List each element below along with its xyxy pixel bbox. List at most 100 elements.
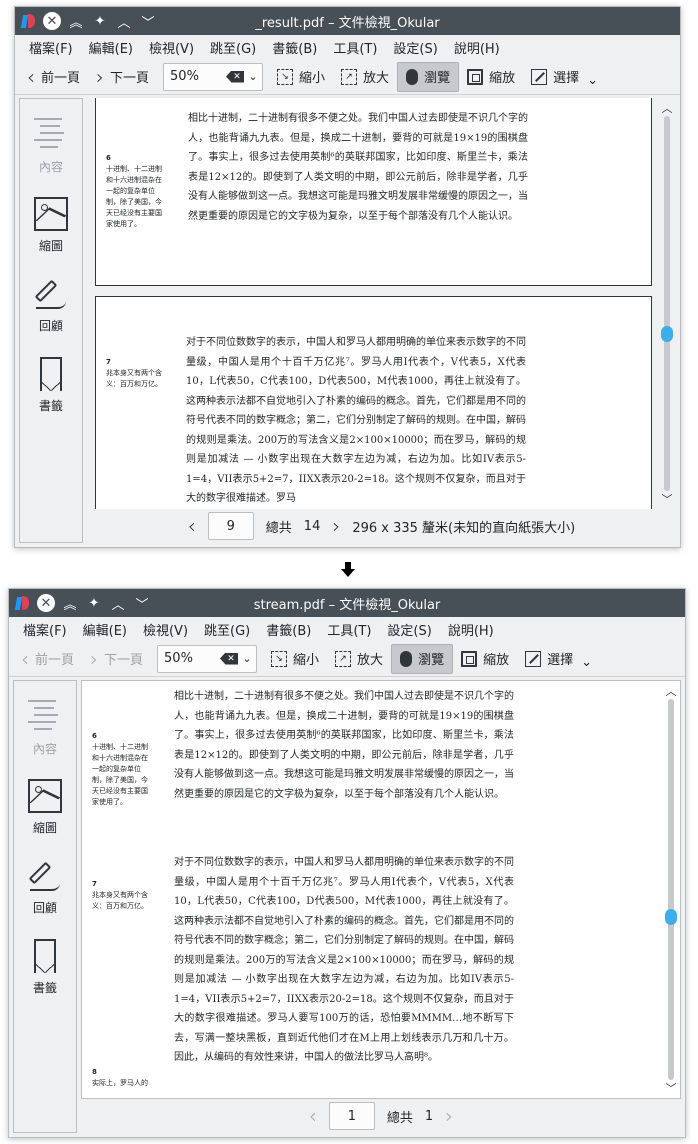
zoom-combobox[interactable]: 50% ✕ ⌄ [157, 644, 258, 673]
menu-tools[interactable]: 工具(T) [325, 38, 385, 57]
page-navigation-bar: ‹ 9 總共 14 › 296 x 335 釐米(未知的直向紙張大小) [87, 509, 676, 543]
okular-app-icon[interactable] [14, 595, 31, 611]
maximize-icon[interactable]: ︿ [109, 594, 127, 613]
footnote-number: 6 [106, 154, 111, 162]
next-page-button[interactable]: › 下一頁 [88, 62, 157, 92]
previous-page-button[interactable]: ‹ 前一頁 [13, 644, 82, 674]
title-bar[interactable]: ✕ ︽ ✦ ︿ ﹀ _result.pdf – 文件檢視_Okular [15, 7, 680, 35]
sidebar-item-label: 縮圖 [38, 238, 63, 253]
scroll-down-icon[interactable]: ﹀ [660, 491, 674, 507]
close-icon[interactable]: ✕ [37, 594, 55, 612]
page-view[interactable]: 6 十进制、十二进制和十六进制混杂在一起的复杂单位制，除了美国，今天已经没有主要… [87, 98, 676, 509]
paragraph-1: 相比十进制，二十进制有很多不便之处。我们中国人过去即使是不识几个字的人，也能背诵… [174, 691, 514, 800]
menu-bar: 檔案(F) 編輯(E) 檢視(V) 跳至(G) 書籤(B) 工具(T) 設定(S… [15, 35, 680, 59]
menu-settings[interactable]: 設定(S) [379, 620, 439, 639]
chevron-left-icon: ‹ [21, 646, 29, 671]
image-icon [34, 196, 68, 231]
sidebar-item-bookmarks[interactable]: 書籤 [39, 345, 63, 425]
next-page-label: 下一頁 [110, 71, 150, 86]
scroll-up-icon[interactable]: ︿ [660, 100, 674, 116]
zoom-value[interactable]: 50% [170, 69, 226, 84]
footnote-7: 7 兆本身又有两个含义：百万和万亿。 [106, 357, 168, 390]
zoom-tool-button[interactable]: 縮放 [459, 62, 523, 92]
page-number-input[interactable]: 1 [328, 1102, 375, 1130]
maximize-icon[interactable]: ︿ [115, 12, 133, 31]
next-page-icon[interactable]: › [332, 516, 340, 536]
okular-app-icon[interactable] [20, 13, 37, 29]
minimize-icon[interactable]: ﹀ [139, 12, 157, 31]
menu-help[interactable]: 說明(H) [446, 38, 508, 57]
menu-file[interactable]: 檔案(F) [21, 38, 81, 57]
browse-tool-button[interactable]: 瀏覽 [391, 643, 454, 674]
menu-edit[interactable]: 編輯(E) [75, 620, 135, 639]
menu-bookmarks[interactable]: 書籤(B) [264, 38, 325, 57]
mouse-icon [406, 68, 419, 85]
zoom-value[interactable]: 50% [164, 651, 220, 666]
select-icon [531, 68, 548, 85]
zoom-out-button[interactable]: ↘ 縮小 [263, 644, 327, 674]
chevron-down-icon[interactable]: ⌄ [238, 652, 256, 665]
next-page-icon[interactable]: › [445, 1106, 453, 1126]
menu-file[interactable]: 檔案(F) [15, 620, 75, 639]
pin-icon[interactable]: ✦ [85, 596, 103, 611]
zoom-in-label: 放大 [363, 71, 390, 86]
sidebar-item-bookmarks[interactable]: 書籤 [33, 927, 57, 1007]
pen-icon [34, 277, 68, 311]
browse-tool-button[interactable]: 瀏覽 [397, 61, 460, 92]
keep-above-icon[interactable]: ︽ [61, 594, 79, 613]
paragraph-1: 相比十进制，二十进制有很多不便之处。我们中国人过去即使是不识几个字的人，也能背诵… [188, 113, 528, 222]
clear-icon[interactable]: ✕ [226, 70, 245, 83]
scroll-down-icon[interactable]: ﹀ [664, 1080, 678, 1096]
sidebar-item-label: 縮圖 [32, 820, 57, 835]
close-icon[interactable]: ✕ [43, 12, 61, 30]
zoom-combobox[interactable]: 50% ✕ ⌄ [163, 62, 264, 91]
previous-page-icon[interactable]: ‹ [309, 1106, 317, 1126]
menu-go[interactable]: 跳至(G) [196, 620, 258, 639]
menu-settings[interactable]: 設定(S) [385, 38, 445, 57]
scroll-track[interactable] [664, 116, 670, 491]
scroll-thumb[interactable] [665, 909, 677, 925]
footnote-8: 8 实际上，罗马人的 [92, 1067, 154, 1089]
clear-icon[interactable]: ✕ [220, 652, 239, 665]
select-tool-button[interactable]: 選擇 ⌄ [517, 644, 600, 674]
pdf-page: 7 兆本身又有两个含义：百万和万亿。 对于不同位数数字的表示，中国人和罗马人都用… [95, 296, 652, 509]
title-bar[interactable]: ✕ ︽ ✦ ︿ ﹀ stream.pdf – 文件檢視_Okular [9, 589, 685, 617]
menu-help[interactable]: 說明(H) [440, 620, 502, 639]
sidebar-item-thumbnails[interactable]: 縮圖 [34, 185, 68, 265]
scroll-track[interactable] [668, 699, 674, 1080]
previous-page-button[interactable]: ‹ 前一頁 [19, 62, 88, 92]
sidebar-item-review[interactable]: 回顧 [28, 847, 62, 927]
scroll-up-icon[interactable]: ︿ [664, 683, 678, 699]
page-number-input[interactable]: 9 [207, 512, 254, 540]
vertical-scrollbar[interactable]: ︿ ﹀ [664, 683, 678, 1096]
sidebar-item-contents[interactable]: 內容 [28, 687, 62, 767]
zoom-out-label: 縮小 [293, 653, 320, 668]
zoom-in-button[interactable]: ↗ 放大 [327, 644, 391, 674]
pin-icon[interactable]: ✦ [91, 14, 109, 29]
chevron-down-icon[interactable]: ⌄ [581, 655, 592, 670]
sidebar-item-thumbnails[interactable]: 縮圖 [28, 767, 62, 847]
chevron-down-icon[interactable]: ⌄ [587, 73, 598, 88]
previous-page-icon[interactable]: ‹ [188, 516, 196, 536]
footnote-number: 8 [92, 1068, 97, 1076]
zoom-tool-button[interactable]: 縮放 [453, 644, 517, 674]
select-tool-button[interactable]: 選擇 ⌄ [523, 62, 606, 92]
menu-view[interactable]: 檢視(V) [141, 38, 202, 57]
menu-bookmarks[interactable]: 書籤(B) [258, 620, 319, 639]
zoom-in-button[interactable]: ↗ 放大 [333, 62, 397, 92]
page-view[interactable]: 6 十进制、十二进制和十六进制混杂在一起的复杂单位制，除了美国，今天已经没有主要… [81, 680, 681, 1099]
sidebar-item-contents[interactable]: 內容 [34, 105, 68, 185]
next-page-button[interactable]: › 下一頁 [82, 644, 151, 674]
menu-tools[interactable]: 工具(T) [319, 620, 379, 639]
menu-view[interactable]: 檢視(V) [135, 620, 196, 639]
browse-tool-label: 瀏覽 [424, 71, 451, 86]
chevron-down-icon[interactable]: ⌄ [244, 70, 262, 83]
vertical-scrollbar[interactable]: ︿ ﹀ [660, 100, 674, 507]
menu-edit[interactable]: 編輯(E) [81, 38, 141, 57]
menu-go[interactable]: 跳至(G) [202, 38, 264, 57]
zoom-out-button[interactable]: ↘ 縮小 [269, 62, 333, 92]
sidebar-item-review[interactable]: 回顧 [34, 265, 68, 345]
minimize-icon[interactable]: ﹀ [133, 594, 151, 613]
keep-above-icon[interactable]: ︽ [67, 12, 85, 31]
scroll-thumb[interactable] [661, 326, 673, 342]
